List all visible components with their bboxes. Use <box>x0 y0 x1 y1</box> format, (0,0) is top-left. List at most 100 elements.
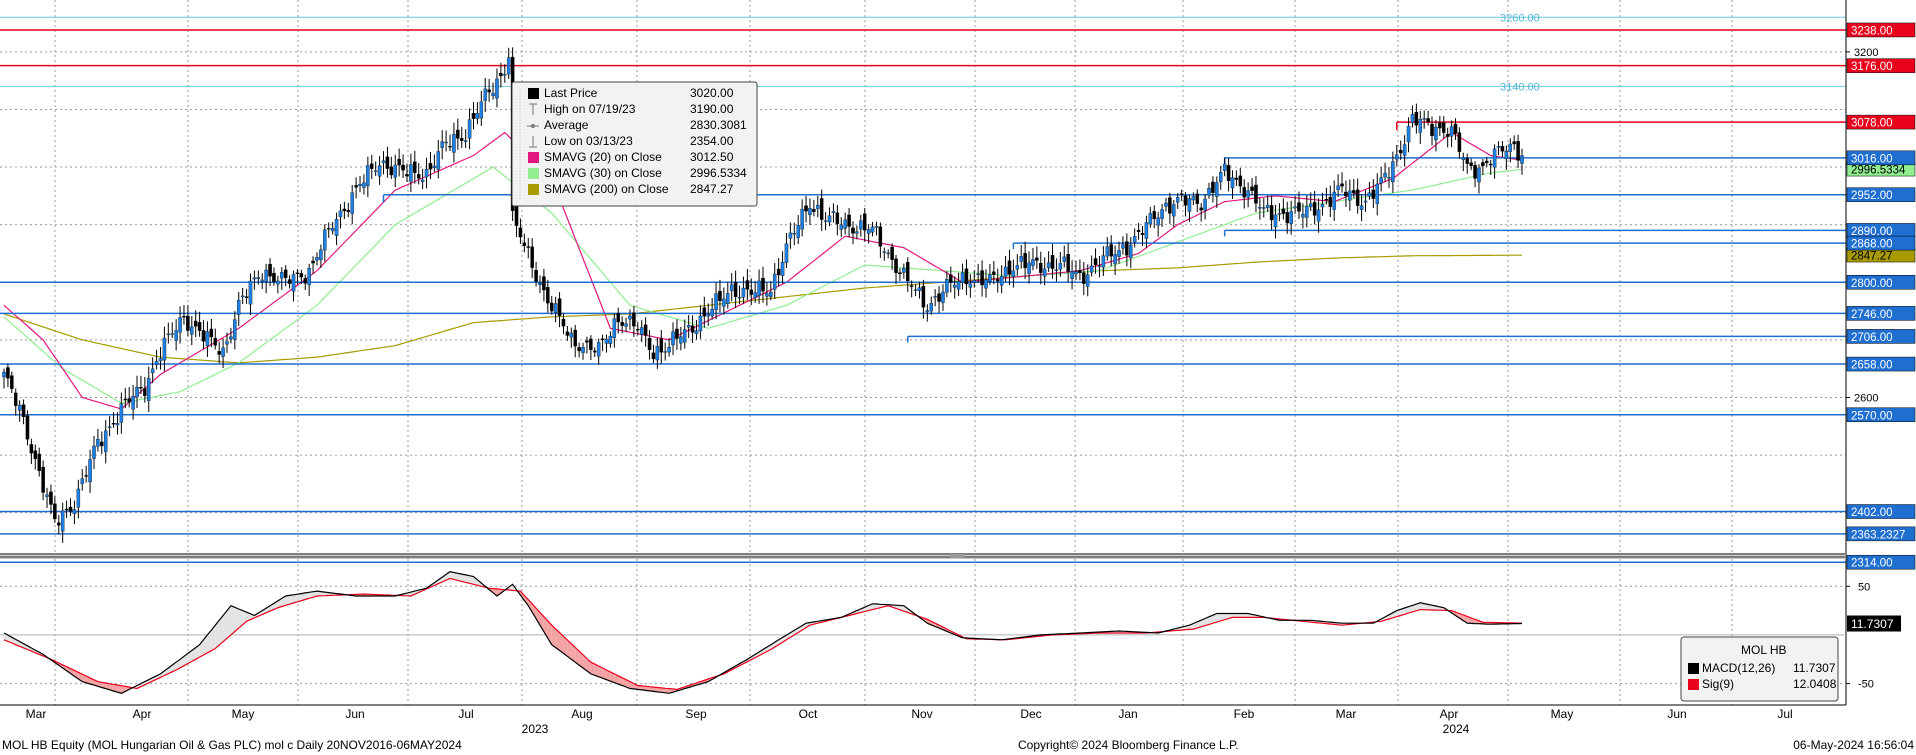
candle-body <box>1215 182 1219 197</box>
candle-body <box>526 246 531 248</box>
candle-body <box>1066 254 1070 272</box>
candle-body <box>553 303 558 313</box>
macd-tick-label: -50 <box>1858 679 1874 691</box>
level-tag: 2570.00 <box>1846 407 1916 422</box>
candle-body <box>581 347 585 353</box>
axis-tag-label: 2746.00 <box>1851 309 1893 321</box>
candle-body <box>1078 270 1082 273</box>
candle-body <box>686 325 691 328</box>
candle-body <box>385 156 390 169</box>
axis-tag-label: 2402.00 <box>1851 507 1893 519</box>
candle-body <box>816 204 820 209</box>
x-month-label: Aug <box>571 707 592 721</box>
candle-body <box>64 508 69 511</box>
candle-body <box>1015 265 1020 270</box>
candle-body <box>1035 257 1039 261</box>
candle-body <box>389 166 394 176</box>
candle-body <box>393 164 397 178</box>
candle-body <box>600 338 605 340</box>
candle-body <box>608 335 613 344</box>
candle-body <box>945 279 949 293</box>
candle-body <box>178 317 182 333</box>
candle-body <box>487 89 491 93</box>
candle-body <box>1422 118 1426 120</box>
candle-body <box>1449 126 1454 137</box>
candle-body <box>706 314 710 317</box>
candle-body <box>1203 198 1207 211</box>
macd-legend-label: MACD(12,26) <box>1702 661 1775 675</box>
candle-body <box>420 179 425 182</box>
candle-body <box>925 310 930 313</box>
axis-tag-label: 2800.00 <box>1851 278 1893 290</box>
candle-body <box>100 441 104 447</box>
candle-body <box>772 273 777 290</box>
candle-body <box>45 494 49 497</box>
candle-body <box>107 426 112 428</box>
candle-body <box>444 141 448 144</box>
candle-body <box>862 213 867 231</box>
candle-body <box>1187 198 1192 212</box>
x-month-label: Jul <box>458 707 473 721</box>
x-month-label: Sep <box>685 707 707 721</box>
candle-body <box>518 227 523 238</box>
candle-body <box>1105 246 1110 257</box>
legend-value: 2354.00 <box>690 134 734 148</box>
candle-body <box>1254 184 1258 204</box>
macd-histogram-fill <box>230 605 235 635</box>
candle-body <box>1191 196 1196 201</box>
candle-body <box>334 219 339 236</box>
candle-body <box>628 315 632 320</box>
candle-body <box>467 119 472 139</box>
candle-body <box>765 293 769 297</box>
candle-body <box>264 269 268 282</box>
candle-body <box>1089 265 1094 273</box>
candle-body <box>694 330 699 335</box>
candle-body <box>683 329 687 343</box>
candle-body <box>647 337 652 350</box>
legend-label: SMAVG (20) on Close <box>544 150 662 164</box>
candle-body <box>326 228 331 230</box>
candle-body <box>835 212 840 225</box>
candle-body <box>413 161 417 173</box>
candle-body <box>1246 190 1250 198</box>
candle-body <box>1238 175 1243 187</box>
panel-separator[interactable] <box>0 553 1846 559</box>
candle-body <box>1359 205 1364 210</box>
candle-body <box>1414 112 1419 126</box>
candle-body <box>796 225 800 238</box>
candle-body <box>1058 263 1063 270</box>
candle-body <box>1398 149 1403 154</box>
candle-body <box>980 270 984 286</box>
x-month-label: Mar <box>26 707 47 721</box>
candle-body <box>256 277 261 280</box>
candle-body <box>456 129 460 139</box>
legend-label: Low on 03/13/23 <box>544 134 633 148</box>
candle-body <box>41 466 45 493</box>
candle-body <box>409 164 413 182</box>
macd-last-tag: 11.7307 <box>1847 615 1901 632</box>
candle-body <box>217 351 221 355</box>
candle-body <box>1269 205 1274 221</box>
candle-body <box>1469 162 1473 166</box>
axis-tag-label: 2658.00 <box>1851 360 1893 372</box>
candle-body <box>671 331 675 346</box>
candle-body <box>358 184 362 186</box>
candle-body <box>1062 256 1067 262</box>
candle-body <box>1520 155 1524 164</box>
candle-body <box>952 284 957 288</box>
candle-body <box>1050 255 1055 269</box>
candle-body <box>675 328 679 339</box>
candle-body <box>1438 122 1442 129</box>
macd-last-tag-label: 11.7307 <box>1851 617 1894 631</box>
candle-body <box>702 307 707 317</box>
macd-legend-label: Sig(9) <box>1702 677 1734 691</box>
candle-body <box>784 243 789 263</box>
candle-body <box>182 315 186 318</box>
axis-tag-label: 2363.2327 <box>1851 529 1905 541</box>
candle-body <box>240 295 245 298</box>
candle-body <box>733 281 738 298</box>
macd-legend-value: 12.0408 <box>1793 677 1837 691</box>
candle-body <box>397 158 401 166</box>
candle-body <box>1085 274 1090 287</box>
legend-swatch <box>528 184 539 195</box>
